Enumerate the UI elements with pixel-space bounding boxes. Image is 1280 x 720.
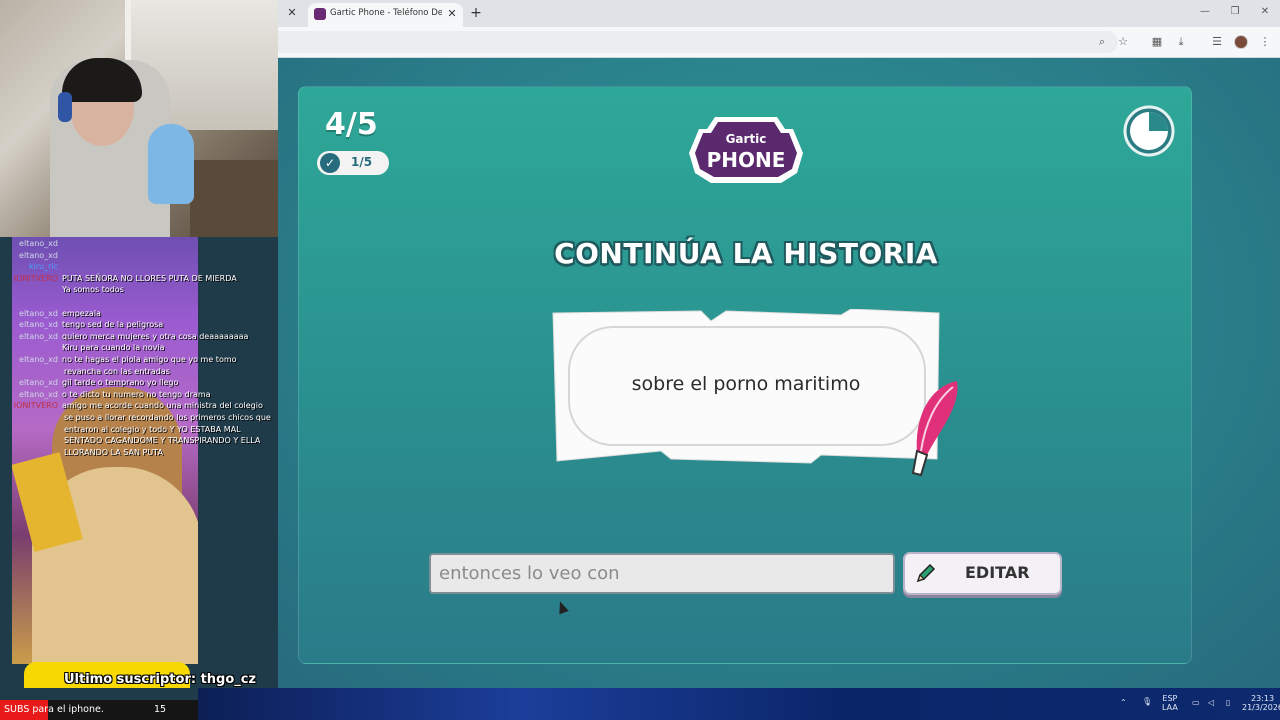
chat-message: eltano_xd o te dicto tu numero no tengo d… bbox=[0, 389, 278, 401]
game-card: 4/5 ✓ 1/5 Gartic PHONE CONTINÚA LA HISTO… bbox=[298, 86, 1192, 664]
chat-message: eltano_xd empezala bbox=[0, 308, 278, 320]
speaker-icon[interactable]: ◁ bbox=[1208, 698, 1214, 707]
chat-username[interactable]: eltano_xd bbox=[0, 354, 62, 366]
url-input[interactable] bbox=[278, 31, 1118, 53]
chat-username[interactable]: eltano_xd bbox=[0, 319, 62, 331]
chat-username[interactable]: eltano_xd bbox=[0, 377, 62, 389]
microphone-icon bbox=[148, 124, 194, 204]
chat-username[interactable]: eltano_xd bbox=[0, 389, 62, 401]
chat-message: eltano_xd tengo sed de la peligrosa bbox=[0, 319, 278, 331]
clock-time: 23:13 bbox=[1250, 694, 1275, 703]
webcam-feed bbox=[0, 0, 278, 237]
close-icon[interactable]: ✕ bbox=[284, 5, 300, 21]
chat-message: IONITVERO amigo me acorde cuando una mini… bbox=[0, 400, 278, 412]
chat-text-continued: se puso a llorar recordando los primeros… bbox=[64, 412, 271, 457]
stream-chat: eltano_xd eltano_xd kiru_rlc IONITVERO PUTA … bbox=[0, 238, 278, 468]
network-icon[interactable]: ▭ bbox=[1192, 698, 1200, 707]
edit-button-label: EDITAR bbox=[965, 563, 1030, 582]
clock-date: 21/3/2026 bbox=[1242, 703, 1280, 712]
timer-icon bbox=[1123, 105, 1175, 157]
sub-goal-current: 15 bbox=[154, 704, 167, 715]
chat-message: Kiru para cuando la novia bbox=[0, 342, 278, 354]
microphone-tray-icon[interactable]: 🎙 bbox=[1142, 697, 1152, 706]
chat-message: eltano_xd bbox=[0, 250, 278, 262]
chat-text: no te hagas el piola amigo que yo me tom… bbox=[62, 354, 237, 364]
new-tab-button[interactable]: + bbox=[468, 5, 484, 21]
tab-bar: ✕ Gartic Phone - Teléfono Descono ✕ + — … bbox=[278, 0, 1280, 27]
window-close-icon[interactable]: ✕ bbox=[1258, 6, 1272, 17]
language-bottom: LAA bbox=[1162, 703, 1178, 712]
language-top: ESP bbox=[1162, 694, 1178, 703]
chat-message bbox=[0, 296, 278, 308]
round-counter: 4/5 bbox=[325, 107, 378, 142]
chat-text: PUTA SEÑORA NO LLORES PUTA DE MIERDA bbox=[62, 273, 237, 283]
translate-icon[interactable]: ▦ bbox=[1150, 35, 1164, 49]
pencil-icon bbox=[916, 563, 936, 583]
page-title: CONTINÚA LA HISTORIA bbox=[554, 237, 938, 270]
edit-button[interactable]: EDITAR bbox=[903, 552, 1062, 595]
chat-text: Kiru para cuando la novia bbox=[62, 343, 165, 353]
game-viewport: 4/5 ✓ 1/5 Gartic PHONE CONTINÚA LA HISTO… bbox=[278, 58, 1280, 688]
chevron-up-icon[interactable]: ⌃ bbox=[1120, 698, 1127, 707]
latest-sub-label: Ultimo suscriptor: thgo_cz bbox=[64, 672, 257, 687]
chat-message: eltano_xd no te hagas el piola amigo que … bbox=[0, 354, 278, 366]
answer-input[interactable]: entonces lo veo con bbox=[429, 553, 895, 594]
chat-username[interactable]: kiru_rlc bbox=[0, 261, 62, 273]
chat-text: Ya somos todos bbox=[62, 285, 124, 295]
language-indicator[interactable]: ESP LAA bbox=[1162, 694, 1178, 712]
headset-icon bbox=[58, 92, 72, 122]
story-prompt: sobre el porno maritimo bbox=[631, 373, 861, 395]
chat-username[interactable]: IONITVERO bbox=[0, 273, 62, 285]
check-icon: ✓ bbox=[320, 153, 340, 173]
webcam-shelf bbox=[190, 160, 278, 237]
chat-username[interactable]: IONITVERO bbox=[0, 400, 62, 412]
quill-icon bbox=[911, 381, 958, 477]
mouse-cursor-icon bbox=[555, 599, 569, 615]
tab-close-icon[interactable]: ✕ bbox=[445, 7, 459, 21]
players-done-count: 1/5 bbox=[351, 155, 373, 169]
chat-username[interactable]: eltano_xd bbox=[0, 331, 62, 343]
gartic-phone-logo: Gartic PHONE bbox=[689, 117, 803, 183]
sub-goal-label: SUBS para el iphone. bbox=[4, 704, 104, 715]
chat-username[interactable]: eltano_xd bbox=[0, 238, 62, 250]
chat-text: o te dicto tu numero no tengo drama bbox=[62, 389, 211, 399]
reading-list-icon[interactable]: ☰ bbox=[1210, 35, 1224, 49]
zoom-icon[interactable]: ⌕ bbox=[1095, 35, 1109, 49]
windows-taskbar: ⌃ 🎙 ESP LAA ▭ ◁ ▯ 23:13 21/3/2026 bbox=[198, 688, 1280, 720]
chat-message: IONITVERO PUTA SEÑORA NO LLORES PUTA DE M… bbox=[0, 273, 278, 285]
tab-gartic-phone[interactable]: Gartic Phone - Teléfono Descono ✕ bbox=[308, 3, 463, 27]
chat-text-continued: revancha con las entradas bbox=[64, 366, 170, 376]
chat-username[interactable]: eltano_xd bbox=[0, 308, 62, 320]
avatar[interactable] bbox=[1234, 35, 1248, 49]
chat-text: amigo me acorde cuando una ministra del … bbox=[62, 401, 263, 411]
players-done-badge: ✓ 1/5 bbox=[317, 151, 389, 175]
chat-message: eltano_xd quiero merca mujeres y otra cos… bbox=[0, 331, 278, 343]
logo-main-text: PHONE bbox=[707, 148, 786, 172]
minimize-icon[interactable]: — bbox=[1198, 6, 1212, 17]
chat-message: Ya somos todos bbox=[0, 284, 278, 296]
address-bar: ⌕ ☆ ▦ ⤓ ☰ ⋮ bbox=[278, 27, 1280, 58]
battery-icon[interactable]: ▯ bbox=[1226, 698, 1230, 707]
chat-text: empezala bbox=[62, 308, 101, 318]
star-icon[interactable]: ☆ bbox=[1116, 35, 1130, 49]
logo-top-text: Gartic bbox=[726, 132, 767, 146]
download-icon[interactable]: ⤓ bbox=[1174, 35, 1188, 49]
restore-icon[interactable]: ❐ bbox=[1228, 6, 1242, 17]
chat-username[interactable]: eltano_xd bbox=[0, 250, 62, 262]
chat-message: eltano_xd bbox=[0, 238, 278, 250]
gartic-favicon-icon bbox=[314, 8, 326, 20]
chat-text: gil tarde o temprano yo llego bbox=[62, 378, 179, 388]
chat-message: eltano_xd gil tarde o temprano yo llego bbox=[0, 377, 278, 389]
chat-text: tengo sed de la peligrosa bbox=[62, 320, 164, 330]
chat-text: quiero merca mujeres y otra cosa deaaaaa… bbox=[62, 331, 249, 341]
chat-message: kiru_rlc bbox=[0, 261, 278, 273]
tab-title: Gartic Phone - Teléfono Descono bbox=[330, 8, 442, 18]
clock[interactable]: 23:13 21/3/2026 bbox=[1242, 694, 1280, 712]
menu-icon[interactable]: ⋮ bbox=[1258, 35, 1272, 49]
